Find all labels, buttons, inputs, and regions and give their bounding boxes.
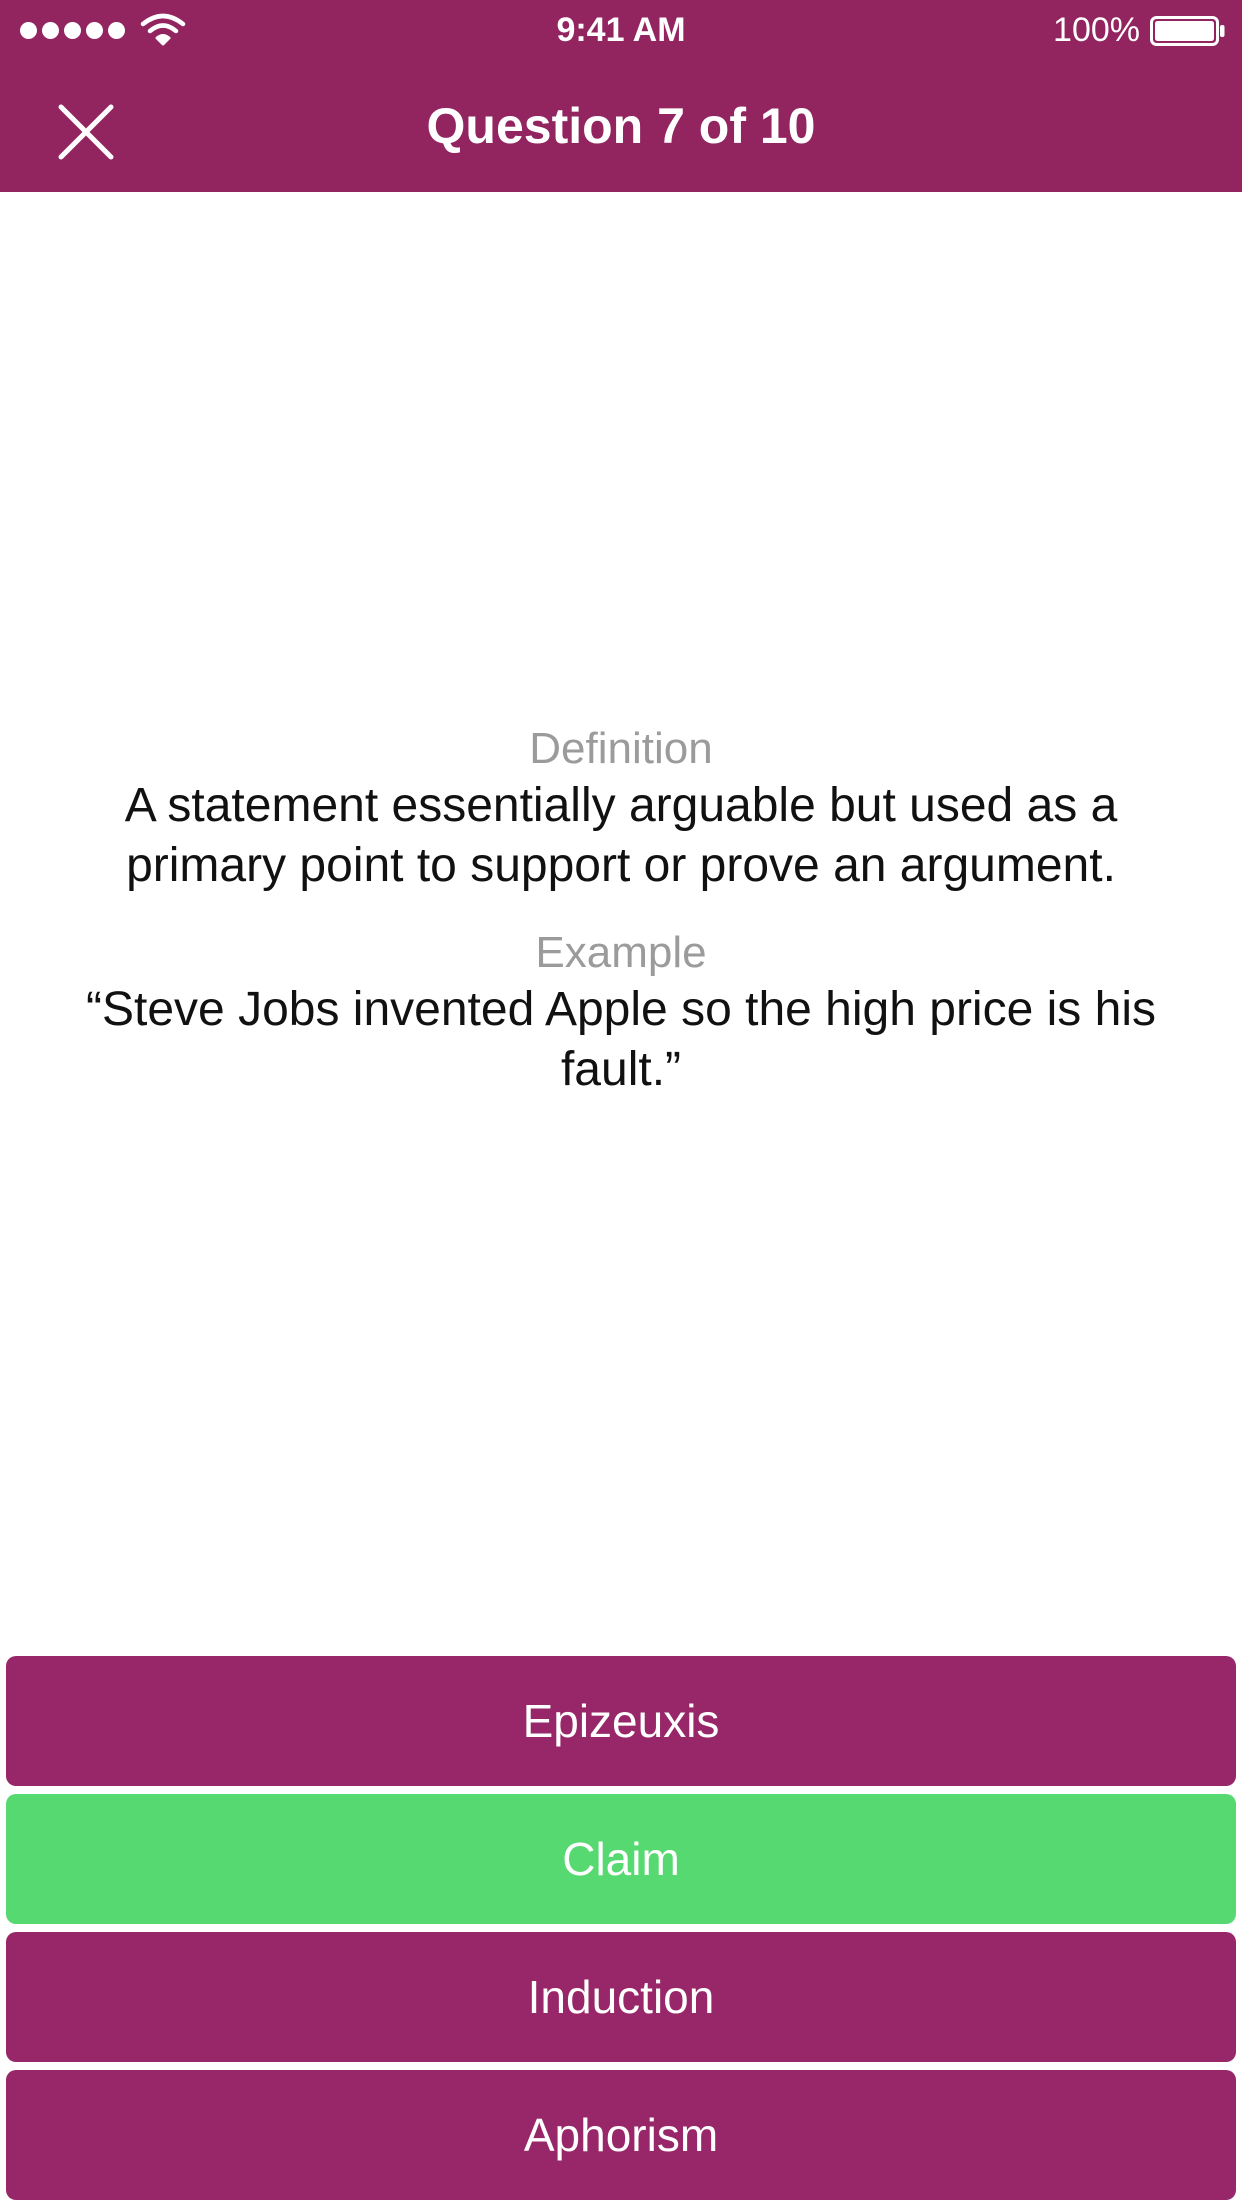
question-card: Definition A statement essentially argua… — [60, 722, 1182, 1100]
example-label: Example — [535, 928, 707, 977]
quiz-screen: 9:41 AM 100% Question 7 of 10 Definition… — [0, 0, 1242, 2208]
example-text: “Steve Jobs invented Apple so the high p… — [86, 983, 1156, 1096]
nav-bar: Question 7 of 10 — [0, 60, 1242, 192]
answer-button-epizeuxis[interactable]: Epizeuxis — [6, 1656, 1236, 1786]
page-title: Question 7 of 10 — [426, 98, 816, 154]
answer-button-aphorism[interactable]: Aphorism — [6, 2070, 1236, 2200]
definition-text: A statement essentially arguable but use… — [124, 779, 1118, 892]
answer-list: Epizeuxis Claim Induction Aphorism — [6, 1656, 1236, 2208]
answer-button-induction[interactable]: Induction — [6, 1932, 1236, 2062]
status-bar: 9:41 AM 100% — [0, 0, 1242, 60]
battery-percentage: 100% — [1053, 11, 1140, 49]
header: 9:41 AM 100% Question 7 of 10 — [0, 0, 1242, 192]
battery-full-icon — [1150, 16, 1225, 46]
definition-label: Definition — [529, 724, 713, 773]
answer-button-claim[interactable]: Claim — [6, 1794, 1236, 1924]
